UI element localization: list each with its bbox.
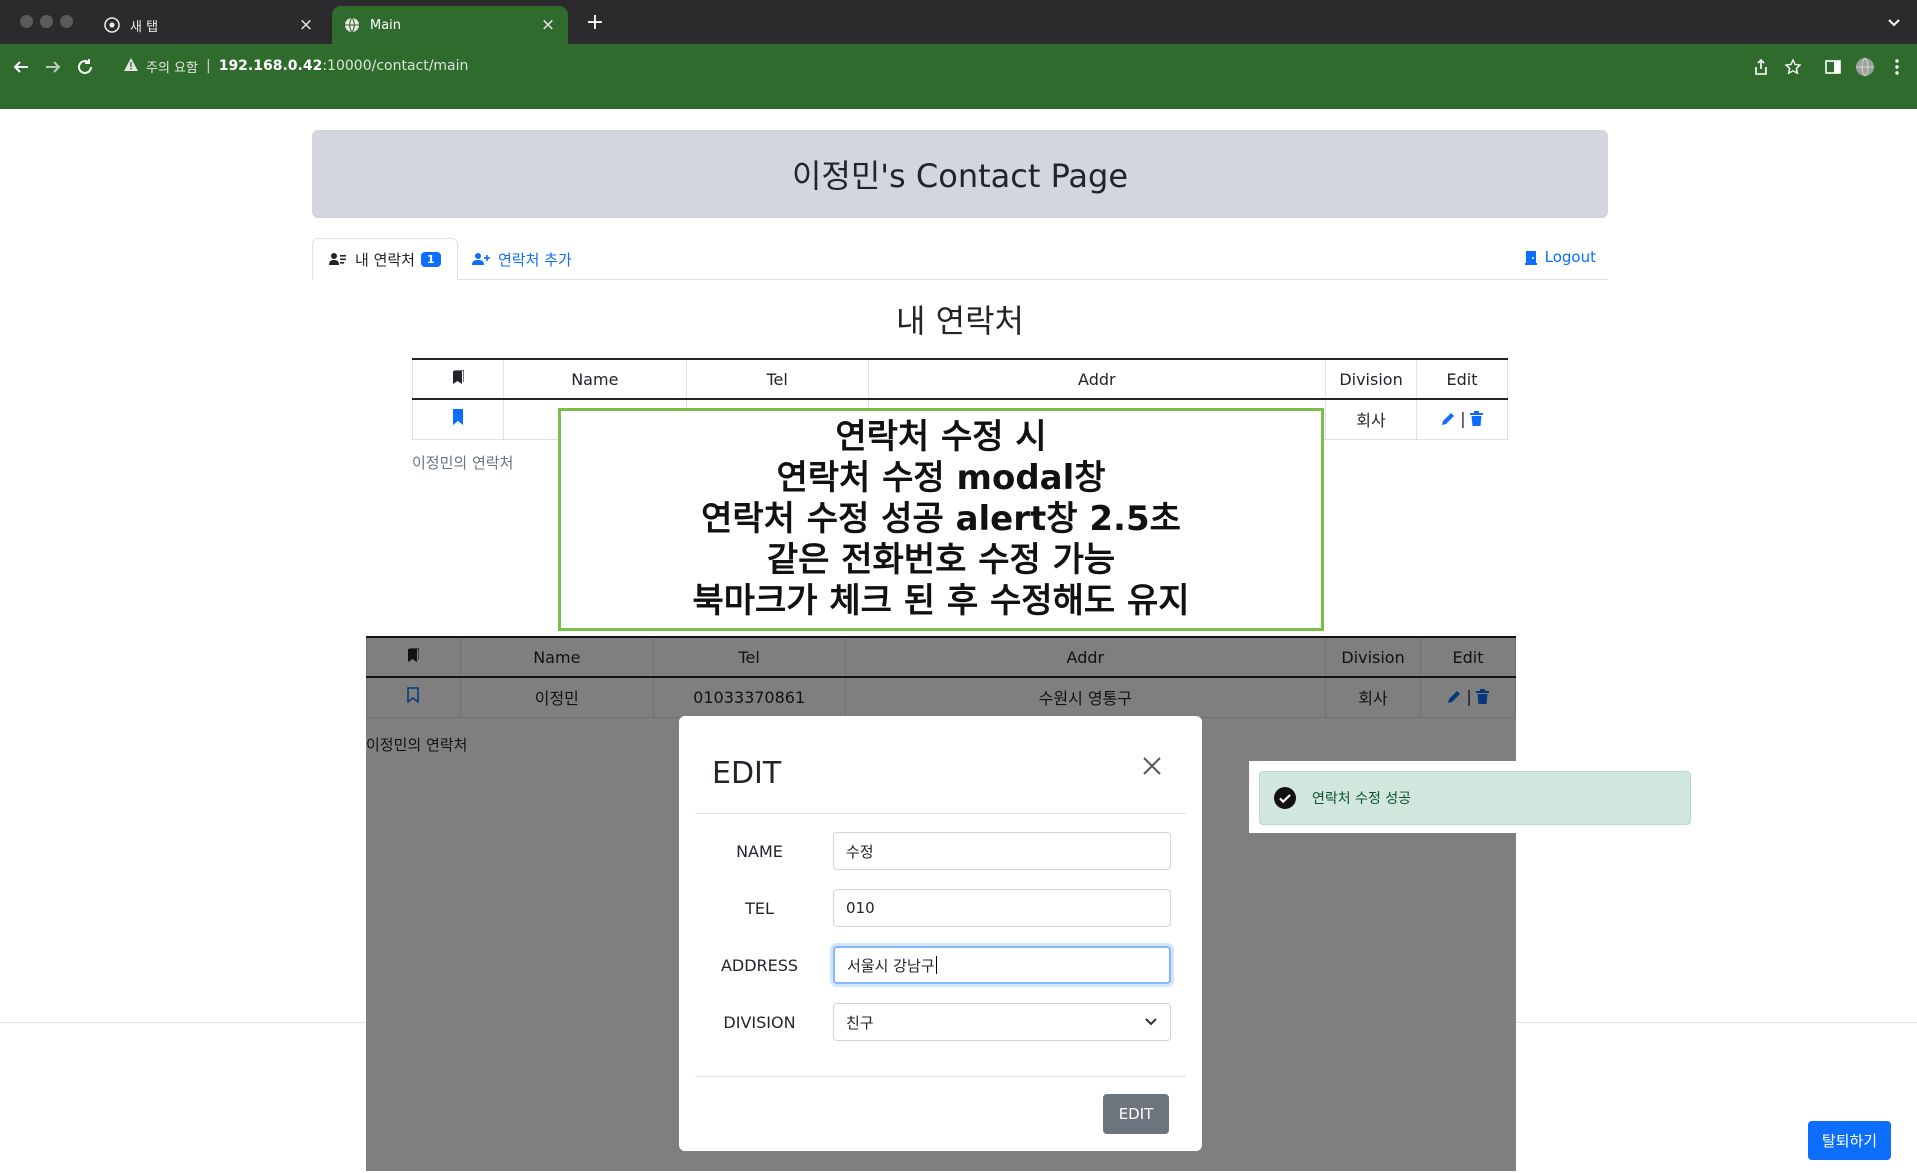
section-title: 내 연락처: [896, 302, 1024, 340]
annotation-line: 연락처 수정 시: [835, 417, 1047, 457]
annotation-line: 연락처 수정 성공 alert창 2.5초: [701, 499, 1181, 539]
edit-submit-button[interactable]: EDIT: [1103, 1094, 1169, 1134]
withdraw-button[interactable]: 탈퇴하기: [1808, 1121, 1891, 1160]
contacts-count-badge: 1: [420, 251, 441, 267]
forward-arrow-icon[interactable]: [40, 54, 66, 80]
toast-container: 연락처 수정 성공: [1249, 761, 1691, 833]
trash-icon[interactable]: [1469, 410, 1483, 426]
door-icon: [1524, 250, 1537, 265]
back-arrow-icon[interactable]: [8, 54, 34, 80]
browser-tab-main[interactable]: Main ×: [332, 6, 568, 44]
kebab-menu-icon[interactable]: [1886, 56, 1908, 78]
modal-header: EDIT: [695, 716, 1186, 814]
url-omnibox[interactable]: 주의 요함 | 192.168.0.42:10000/contact/main: [110, 50, 1750, 82]
header-addr: Addr: [867, 358, 1327, 400]
bookmarks-icon: [452, 368, 465, 384]
warning-triangle-icon[interactable]: [124, 57, 138, 75]
table-caption: 이정민의 연락처: [412, 454, 514, 472]
browser-tab-newtab[interactable]: 새 탭 ×: [92, 6, 326, 44]
browser-tab-bar: 새 탭 × Main × +: [0, 0, 1917, 44]
page-header: 이정민's Contact Page: [312, 130, 1608, 218]
header-name: Name: [502, 358, 687, 400]
new-tab-plus-icon[interactable]: +: [582, 10, 608, 36]
name-input[interactable]: 수정: [833, 832, 1171, 870]
text-caret: [935, 956, 937, 974]
window-minimize-dot[interactable]: [40, 15, 53, 28]
tab-add-contact[interactable]: 연락처 추가: [456, 238, 588, 280]
annotation-box: 연락처 수정 시 연락처 수정 modal창 연락처 수정 성공 alert창 …: [558, 408, 1324, 631]
modal-footer-divider: [695, 1076, 1186, 1077]
tel-input[interactable]: 010: [833, 889, 1171, 927]
annotation-line: 북마크가 체크 된 후 수정해도 유지: [692, 581, 1190, 621]
header-edit: Edit: [1416, 358, 1508, 400]
bookmark-cell[interactable]: [412, 398, 504, 440]
division-row: DIVISION 친구: [695, 1003, 1186, 1041]
tab-my-contacts-label: 내 연락처: [355, 250, 415, 269]
tab-search-chevron-icon[interactable]: [1883, 10, 1905, 34]
division-label: DIVISION: [723, 1012, 796, 1032]
window-zoom-dot[interactable]: [60, 15, 73, 28]
share-icon[interactable]: [1750, 56, 1772, 78]
side-panel-icon[interactable]: [1822, 56, 1844, 78]
check-circle-icon: [1274, 787, 1296, 809]
reload-icon[interactable]: [72, 54, 98, 80]
contact-nav-tabs: 내 연락처 1 연락처 추가 Logout: [312, 238, 1608, 280]
bookmark-filled-icon[interactable]: [452, 409, 464, 426]
annotation-line: 같은 전화번호 수정 가능: [766, 540, 1116, 580]
address-value: 서울시 강남구: [847, 956, 935, 975]
address-row: ADDRESS 서울시 강남구: [695, 946, 1186, 984]
close-icon[interactable]: [1142, 756, 1168, 782]
modal-title: EDIT: [712, 756, 782, 791]
logout-link[interactable]: Logout: [1524, 248, 1596, 266]
name-label: NAME: [736, 841, 783, 861]
pencil-icon[interactable]: [1441, 411, 1456, 426]
annotation-line: 연락처 수정 modal창: [776, 458, 1106, 498]
cell-edit: |: [1416, 398, 1508, 440]
globe-icon: [344, 17, 360, 33]
cell-division: 회사: [1325, 398, 1417, 440]
browser-tab-label: 새 탭: [130, 19, 159, 35]
user-plus-icon: [472, 252, 490, 266]
close-tab-icon[interactable]: ×: [540, 15, 556, 35]
chevron-down-icon: [1144, 1015, 1158, 1033]
header-tel: Tel: [685, 358, 869, 400]
address-separator: |: [205, 58, 211, 74]
address-input[interactable]: 서울시 강남구: [833, 946, 1171, 984]
division-selected-value: 친구: [846, 1013, 874, 1032]
browser-address-bar: 주의 요함 | 192.168.0.42:10000/contact/main: [0, 44, 1917, 109]
url-host: 192.168.0.42: [218, 58, 323, 74]
url-path: :10000/contact/main: [322, 58, 469, 74]
browser-tab-label: Main: [370, 17, 402, 33]
page-title: 이정민's Contact Page: [791, 157, 1129, 195]
window-close-dot[interactable]: [20, 15, 33, 28]
bookmark-star-icon[interactable]: [1782, 56, 1804, 78]
table-header-row: Name Tel Addr Division Edit: [412, 358, 1508, 400]
division-select[interactable]: 친구: [833, 1003, 1171, 1041]
logout-label: Logout: [1544, 248, 1596, 266]
security-warning-text[interactable]: 주의 요함: [146, 57, 198, 76]
close-tab-icon[interactable]: ×: [298, 15, 314, 35]
success-alert: 연락처 수정 성공: [1259, 771, 1691, 825]
address-label: ADDRESS: [720, 955, 799, 975]
tab-my-contacts[interactable]: 내 연락처 1: [312, 238, 458, 280]
tab-add-contact-label: 연락처 추가: [498, 250, 572, 269]
address-book-icon: [329, 252, 347, 266]
alert-message: 연락처 수정 성공: [1312, 791, 1412, 807]
name-row: NAME 수정: [695, 832, 1186, 870]
chrome-icon: [104, 17, 120, 33]
tel-row: TEL 010: [695, 889, 1186, 927]
header-division: Division: [1325, 358, 1417, 400]
edit-separator: |: [1460, 408, 1466, 428]
bookmark-column-header: [412, 358, 504, 400]
tel-label: TEL: [745, 898, 774, 918]
profile-avatar-icon[interactable]: [1854, 56, 1876, 78]
edit-modal: EDIT NAME 수정 TEL 010 ADDRESS 서울시 강남구 DIV…: [679, 716, 1202, 1151]
